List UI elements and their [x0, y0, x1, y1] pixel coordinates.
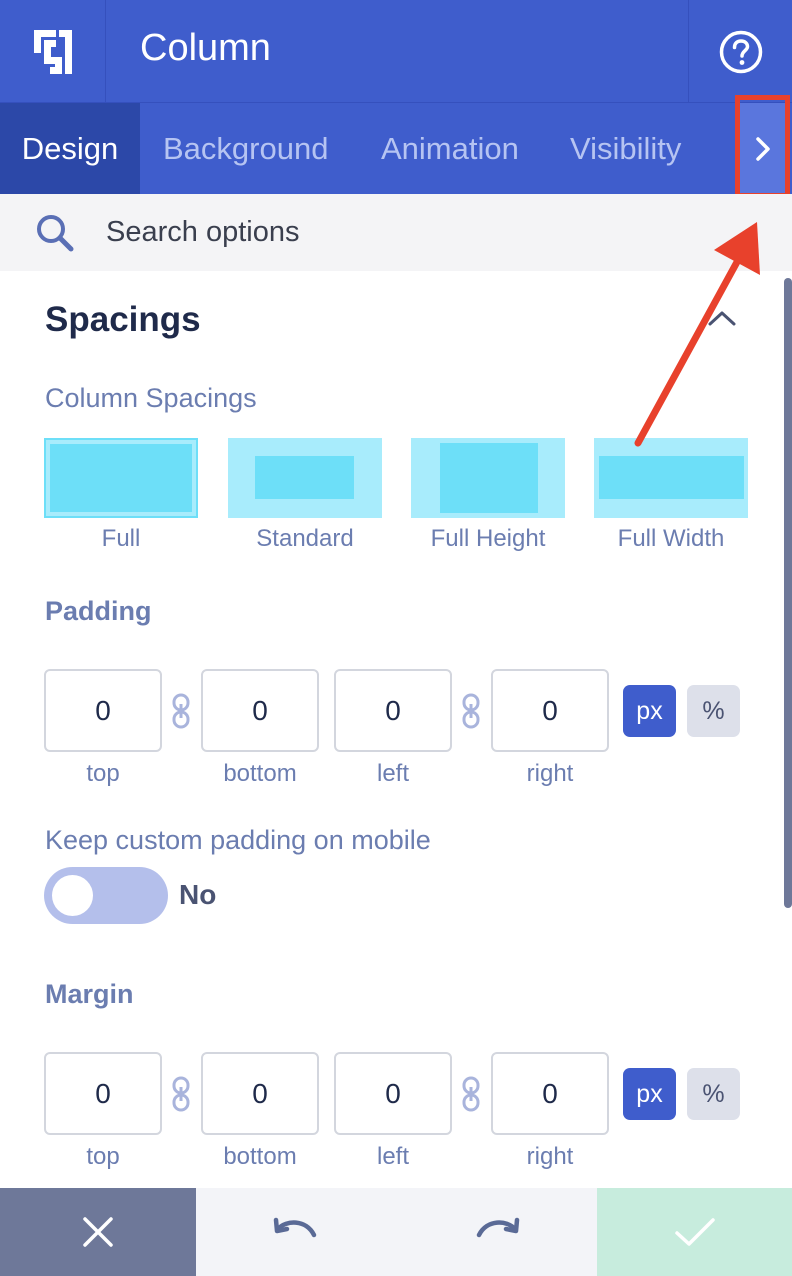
mobile-padding-toggle[interactable]	[44, 867, 168, 924]
spacing-option-full-height[interactable]	[411, 438, 565, 518]
margin-top-label: top	[86, 1143, 120, 1170]
redo-icon	[476, 1217, 519, 1238]
undo-button[interactable]	[196, 1188, 396, 1276]
margin-left-label: left	[376, 1143, 409, 1170]
footer-toolbar	[0, 1188, 792, 1276]
spacing-preview	[50, 444, 192, 512]
margin-label: Margin	[45, 979, 134, 1009]
panel-title: Column	[140, 27, 271, 69]
link-icon[interactable]	[171, 1076, 191, 1112]
padding-bottom-input[interactable]	[201, 669, 319, 752]
logo[interactable]	[0, 0, 106, 103]
padding-right-label: right	[526, 760, 574, 787]
spacing-option-standard[interactable]	[228, 438, 382, 518]
section-title: Spacings	[45, 300, 201, 339]
undo-icon	[273, 1217, 317, 1238]
spacing-preview	[440, 443, 538, 513]
question-circle-icon	[719, 30, 762, 73]
scrollbar[interactable]	[784, 278, 792, 908]
search-icon	[37, 215, 74, 252]
padding-top-input[interactable]	[44, 669, 162, 752]
chevron-right-icon	[756, 136, 770, 161]
checkmark-icon	[674, 1218, 715, 1246]
padding-unit-percent-button[interactable]: %	[687, 685, 740, 737]
tab-background[interactable]: Background	[163, 103, 328, 194]
spacing-option-full-width[interactable]	[594, 438, 748, 518]
spacing-preview	[255, 456, 354, 499]
tabs-next-button[interactable]	[740, 103, 786, 194]
margin-right-label: right	[526, 1143, 574, 1170]
tab-animation[interactable]: Animation	[381, 103, 519, 194]
link-icon[interactable]	[461, 693, 481, 729]
save-button[interactable]	[597, 1188, 792, 1276]
chevron-up-icon[interactable]	[707, 308, 737, 328]
margin-right-input[interactable]	[491, 1052, 609, 1135]
tab-bar: Design Background Animation Visibility	[0, 103, 792, 194]
redo-button[interactable]	[396, 1188, 597, 1276]
help-button[interactable]	[688, 0, 792, 103]
column-spacings-label: Column Spacings	[45, 383, 257, 413]
padding-unit-px-button[interactable]: px	[623, 685, 676, 737]
mobile-padding-state: No	[179, 879, 217, 910]
link-icon[interactable]	[461, 1076, 481, 1112]
spacing-option-full[interactable]	[44, 438, 198, 518]
tab-visibility[interactable]: Visibility	[570, 103, 681, 194]
close-icon	[83, 1217, 113, 1247]
margin-unit-px-button[interactable]: px	[623, 1068, 676, 1120]
spacing-option-label: Standard	[256, 525, 354, 552]
padding-top-label: top	[86, 760, 120, 787]
spacing-preview	[599, 456, 744, 499]
padding-left-input[interactable]	[334, 669, 452, 752]
margin-bottom-input[interactable]	[201, 1052, 319, 1135]
spacing-option-label: Full	[101, 525, 141, 552]
toggle-knob	[52, 875, 93, 916]
padding-label: Padding	[45, 596, 152, 626]
padding-bottom-label: bottom	[223, 760, 297, 787]
tab-design[interactable]: Design	[0, 103, 140, 194]
builder-logo-icon	[33, 29, 72, 74]
padding-left-label: left	[376, 760, 409, 787]
spacing-option-label: Full Width	[617, 525, 725, 552]
margin-bottom-label: bottom	[223, 1143, 297, 1170]
mobile-padding-label: Keep custom padding on mobile	[45, 825, 431, 855]
search-input[interactable]	[106, 194, 746, 271]
padding-right-input[interactable]	[491, 669, 609, 752]
panel-header: Column	[0, 0, 792, 103]
close-button[interactable]	[0, 1188, 196, 1276]
margin-unit-percent-button[interactable]: %	[687, 1068, 740, 1120]
margin-top-input[interactable]	[44, 1052, 162, 1135]
link-icon[interactable]	[171, 693, 191, 729]
margin-left-input[interactable]	[334, 1052, 452, 1135]
spacing-option-label: Full Height	[430, 525, 546, 552]
